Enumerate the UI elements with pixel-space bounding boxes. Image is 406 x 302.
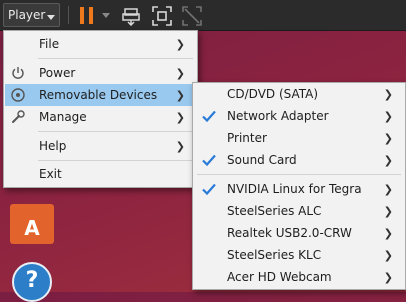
chevron-right-icon: ❯: [383, 110, 393, 123]
chevron-right-icon: ❯: [383, 183, 393, 196]
submenu-item-steelseries-alc[interactable]: SteelSeries ALC ❯: [194, 200, 404, 222]
player-menu-label: Player: [8, 8, 46, 22]
submenu-item-label: SteelSeries KLC: [227, 248, 322, 262]
chevron-right-icon: ❯: [175, 38, 185, 51]
checkmark-icon: [202, 110, 216, 123]
submenu-item-label: CD/DVD (SATA): [227, 87, 319, 101]
menu-divider: [197, 174, 401, 175]
chevron-right-icon: ❯: [175, 111, 185, 124]
menu-divider: [38, 58, 193, 59]
submenu-item-label: Realtek USB2.0-CRW: [227, 226, 352, 240]
submenu-item-label: SteelSeries ALC: [227, 204, 322, 218]
power-icon: [12, 67, 24, 79]
submenu-item-realtek-crw[interactable]: Realtek USB2.0-CRW ❯: [194, 222, 404, 244]
submenu-item-label: Printer: [227, 131, 267, 145]
chevron-right-icon: ❯: [383, 271, 393, 284]
chevron-right-icon: ❯: [383, 249, 393, 262]
chevron-right-icon: ❯: [383, 88, 393, 101]
submenu-item-acer-webcam[interactable]: Acer HD Webcam ❯: [194, 266, 404, 288]
submenu-item-label: Sound Card: [227, 153, 297, 167]
menu-item-exit[interactable]: Exit: [5, 163, 196, 185]
send-ctrl-alt-del-icon[interactable]: [122, 6, 142, 26]
menu-item-manage[interactable]: Manage ❯: [5, 106, 196, 128]
submenu-item-steelseries-klc[interactable]: SteelSeries KLC ❯: [194, 244, 404, 266]
removable-devices-icon: [11, 88, 25, 102]
software-center-icon[interactable]: A: [10, 204, 54, 244]
chevron-right-icon: ❯: [383, 227, 393, 240]
menu-item-label: Removable Devices: [39, 88, 158, 102]
menu-item-help[interactable]: Help ❯: [5, 135, 196, 157]
vmware-toolbar: Player: [0, 0, 406, 31]
menu-item-label: Power: [39, 66, 76, 80]
submenu-item-sound-card[interactable]: Sound Card ❯: [194, 149, 404, 171]
chevron-right-icon: ❯: [383, 154, 393, 167]
pause-options-chevron-icon[interactable]: [102, 13, 110, 18]
wrench-icon: [12, 110, 25, 123]
submenu-item-network-adapter[interactable]: Network Adapter ❯: [194, 105, 404, 127]
toolbar-separator: [68, 6, 69, 24]
player-menu: File ❯ Power ❯ Removable Devices ❯ Manag…: [3, 30, 198, 188]
player-menu-button[interactable]: Player: [3, 3, 60, 27]
checkmark-icon: [202, 154, 216, 167]
chevron-right-icon: ❯: [175, 67, 185, 80]
menu-item-label: Help: [39, 139, 67, 153]
pause-icon[interactable]: [80, 7, 94, 24]
menu-item-file[interactable]: File ❯: [5, 33, 196, 55]
menu-divider: [38, 131, 193, 132]
submenu-item-label: Network Adapter: [227, 109, 329, 123]
removable-devices-submenu: CD/DVD (SATA) ❯ Network Adapter ❯ Printe…: [192, 82, 406, 290]
menu-item-power[interactable]: Power ❯: [5, 62, 196, 84]
submenu-item-nvidia-tegra[interactable]: NVIDIA Linux for Tegra ❯: [194, 178, 404, 200]
menu-divider: [38, 160, 193, 161]
submenu-item-label: Acer HD Webcam: [227, 270, 332, 284]
menu-item-label: Manage: [39, 110, 87, 124]
full-screen-icon[interactable]: [152, 6, 172, 26]
submenu-item-printer[interactable]: Printer ❯: [194, 127, 404, 149]
help-icon[interactable]: ?: [12, 262, 52, 302]
submenu-item-cd-dvd[interactable]: CD/DVD (SATA) ❯: [194, 83, 404, 105]
chevron-right-icon: ❯: [175, 140, 185, 153]
unity-mode-icon[interactable]: [182, 6, 202, 26]
menu-item-label: File: [39, 37, 60, 51]
menu-item-removable-devices[interactable]: Removable Devices ❯: [5, 84, 196, 106]
checkmark-icon: [202, 183, 216, 196]
chevron-right-icon: ❯: [383, 132, 393, 145]
chevron-right-icon: ❯: [175, 89, 185, 102]
submenu-item-label: NVIDIA Linux for Tegra: [227, 182, 362, 196]
menu-item-label: Exit: [39, 167, 62, 181]
chevron-right-icon: ❯: [383, 205, 393, 218]
chevron-down-icon: [47, 15, 55, 20]
